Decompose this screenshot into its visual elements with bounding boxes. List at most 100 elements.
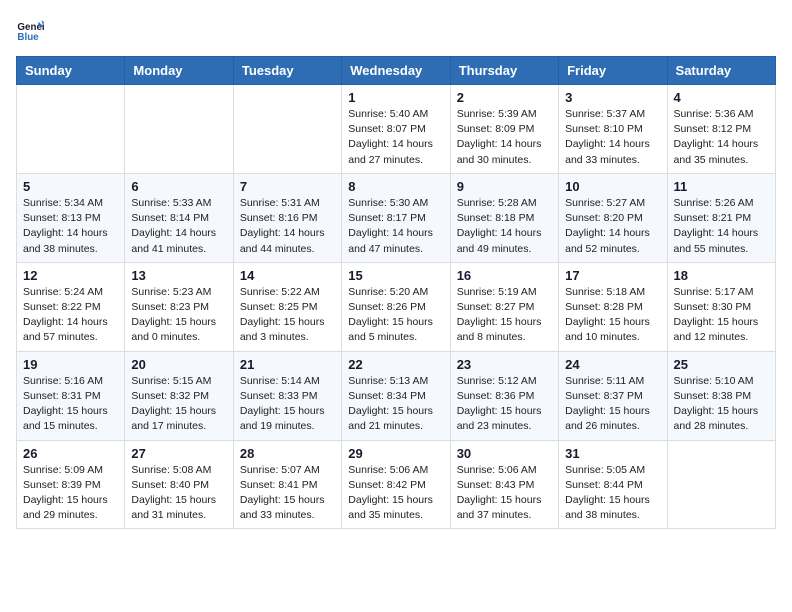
- day-header-tuesday: Tuesday: [233, 57, 341, 85]
- day-info: Sunrise: 5:20 AMSunset: 8:26 PMDaylight:…: [348, 285, 443, 346]
- calendar-cell: 4Sunrise: 5:36 AMSunset: 8:12 PMDaylight…: [667, 85, 775, 174]
- day-info: Sunrise: 5:26 AMSunset: 8:21 PMDaylight:…: [674, 196, 769, 257]
- day-number: 7: [240, 179, 335, 194]
- day-number: 15: [348, 268, 443, 283]
- day-info: Sunrise: 5:05 AMSunset: 8:44 PMDaylight:…: [565, 463, 660, 524]
- day-info: Sunrise: 5:23 AMSunset: 8:23 PMDaylight:…: [131, 285, 226, 346]
- day-info: Sunrise: 5:27 AMSunset: 8:20 PMDaylight:…: [565, 196, 660, 257]
- calendar-cell: 26 Sunrise: 5:09 AMSunset: 8:39 PMDayligh…: [17, 440, 125, 529]
- day-info: Sunrise: 5:19 AMSunset: 8:27 PMDaylight:…: [457, 285, 552, 346]
- calendar-week-row: 26 Sunrise: 5:09 AMSunset: 8:39 PMDayligh…: [17, 440, 776, 529]
- calendar-header-row: SundayMondayTuesdayWednesdayThursdayFrid…: [17, 57, 776, 85]
- calendar-cell: 25 Sunrise: 5:10 AMSunset: 8:38 PMDayligh…: [667, 351, 775, 440]
- day-info: Sunrise: 5:31 AMSunset: 8:16 PMDaylight:…: [240, 196, 335, 257]
- day-number: 23: [457, 357, 552, 372]
- calendar-week-row: 1 Sunrise: 5:40 AMSunset: 8:07 PMDaylight…: [17, 85, 776, 174]
- calendar-cell: 18 Sunrise: 5:17 AMSunset: 8:30 PMDayligh…: [667, 262, 775, 351]
- calendar-cell: [667, 440, 775, 529]
- day-info: Sunrise: 5:40 AMSunset: 8:07 PMDaylight:…: [348, 107, 443, 168]
- day-info: Sunrise: 5:13 AMSunset: 8:34 PMDaylight:…: [348, 374, 443, 435]
- day-number: 30: [457, 446, 552, 461]
- calendar-cell: 22 Sunrise: 5:13 AMSunset: 8:34 PMDayligh…: [342, 351, 450, 440]
- day-info: Sunrise: 5:17 AMSunset: 8:30 PMDaylight:…: [674, 285, 769, 346]
- day-number: 14: [240, 268, 335, 283]
- calendar-cell: 27Sunrise: 5:08 AMSunset: 8:40 PMDayligh…: [125, 440, 233, 529]
- calendar-week-row: 5Sunrise: 5:34 AMSunset: 8:13 PMDaylight…: [17, 173, 776, 262]
- calendar-cell: 16Sunrise: 5:19 AMSunset: 8:27 PMDayligh…: [450, 262, 558, 351]
- day-number: 11: [674, 179, 769, 194]
- calendar-cell: 17 Sunrise: 5:18 AMSunset: 8:28 PMDayligh…: [559, 262, 667, 351]
- day-number: 22: [348, 357, 443, 372]
- day-info: Sunrise: 5:22 AMSunset: 8:25 PMDaylight:…: [240, 285, 335, 346]
- day-number: 6: [131, 179, 226, 194]
- calendar-cell: [125, 85, 233, 174]
- day-info: Sunrise: 5:11 AMSunset: 8:37 PMDaylight:…: [565, 374, 660, 435]
- calendar-cell: 20 Sunrise: 5:15 AMSunset: 8:32 PMDayligh…: [125, 351, 233, 440]
- calendar-cell: [233, 85, 341, 174]
- day-number: 9: [457, 179, 552, 194]
- day-number: 2: [457, 90, 552, 105]
- day-number: 4: [674, 90, 769, 105]
- calendar-cell: 9 Sunrise: 5:28 AMSunset: 8:18 PMDaylight…: [450, 173, 558, 262]
- calendar-cell: 21 Sunrise: 5:14 AMSunset: 8:33 PMDayligh…: [233, 351, 341, 440]
- calendar-cell: 6Sunrise: 5:33 AMSunset: 8:14 PMDaylight…: [125, 173, 233, 262]
- calendar-cell: 11 Sunrise: 5:26 AMSunset: 8:21 PMDayligh…: [667, 173, 775, 262]
- day-number: 12: [23, 268, 118, 283]
- day-info: Sunrise: 5:18 AMSunset: 8:28 PMDaylight:…: [565, 285, 660, 346]
- day-number: 10: [565, 179, 660, 194]
- day-info: Sunrise: 5:16 AMSunset: 8:31 PMDaylight:…: [23, 374, 118, 435]
- day-number: 21: [240, 357, 335, 372]
- day-header-monday: Monday: [125, 57, 233, 85]
- day-number: 8: [348, 179, 443, 194]
- day-number: 19: [23, 357, 118, 372]
- calendar-cell: 14 Sunrise: 5:22 AMSunset: 8:25 PMDayligh…: [233, 262, 341, 351]
- day-info: Sunrise: 5:09 AMSunset: 8:39 PMDaylight:…: [23, 463, 118, 524]
- calendar-week-row: 19 Sunrise: 5:16 AMSunset: 8:31 PMDayligh…: [17, 351, 776, 440]
- day-header-friday: Friday: [559, 57, 667, 85]
- calendar-cell: 28 Sunrise: 5:07 AMSunset: 8:41 PMDayligh…: [233, 440, 341, 529]
- calendar-cell: 1 Sunrise: 5:40 AMSunset: 8:07 PMDaylight…: [342, 85, 450, 174]
- calendar-cell: 10 Sunrise: 5:27 AMSunset: 8:20 PMDayligh…: [559, 173, 667, 262]
- calendar-cell: 13Sunrise: 5:23 AMSunset: 8:23 PMDayligh…: [125, 262, 233, 351]
- day-number: 3: [565, 90, 660, 105]
- day-number: 18: [674, 268, 769, 283]
- calendar-cell: 7 Sunrise: 5:31 AMSunset: 8:16 PMDaylight…: [233, 173, 341, 262]
- day-header-thursday: Thursday: [450, 57, 558, 85]
- day-number: 20: [131, 357, 226, 372]
- calendar-cell: 5Sunrise: 5:34 AMSunset: 8:13 PMDaylight…: [17, 173, 125, 262]
- day-info: Sunrise: 5:14 AMSunset: 8:33 PMDaylight:…: [240, 374, 335, 435]
- day-info: Sunrise: 5:12 AMSunset: 8:36 PMDaylight:…: [457, 374, 552, 435]
- day-number: 26: [23, 446, 118, 461]
- day-number: 17: [565, 268, 660, 283]
- day-info: Sunrise: 5:37 AMSunset: 8:10 PMDaylight:…: [565, 107, 660, 168]
- calendar-cell: 23 Sunrise: 5:12 AMSunset: 8:36 PMDayligh…: [450, 351, 558, 440]
- day-number: 1: [348, 90, 443, 105]
- calendar-cell: 24 Sunrise: 5:11 AMSunset: 8:37 PMDayligh…: [559, 351, 667, 440]
- day-info: Sunrise: 5:15 AMSunset: 8:32 PMDaylight:…: [131, 374, 226, 435]
- logo-icon: General Blue: [16, 16, 44, 44]
- calendar-cell: 29 Sunrise: 5:06 AMSunset: 8:42 PMDayligh…: [342, 440, 450, 529]
- calendar-cell: 30 Sunrise: 5:06 AMSunset: 8:43 PMDayligh…: [450, 440, 558, 529]
- day-header-wednesday: Wednesday: [342, 57, 450, 85]
- calendar-cell: 3 Sunrise: 5:37 AMSunset: 8:10 PMDaylight…: [559, 85, 667, 174]
- svg-text:Blue: Blue: [17, 32, 39, 43]
- day-info: Sunrise: 5:28 AMSunset: 8:18 PMDaylight:…: [457, 196, 552, 257]
- day-number: 25: [674, 357, 769, 372]
- day-header-saturday: Saturday: [667, 57, 775, 85]
- day-info: Sunrise: 5:34 AMSunset: 8:13 PMDaylight:…: [23, 196, 118, 257]
- day-number: 24: [565, 357, 660, 372]
- calendar-cell: 15 Sunrise: 5:20 AMSunset: 8:26 PMDayligh…: [342, 262, 450, 351]
- day-info: Sunrise: 5:07 AMSunset: 8:41 PMDaylight:…: [240, 463, 335, 524]
- calendar-cell: 12Sunrise: 5:24 AMSunset: 8:22 PMDayligh…: [17, 262, 125, 351]
- day-number: 29: [348, 446, 443, 461]
- day-info: Sunrise: 5:06 AMSunset: 8:42 PMDaylight:…: [348, 463, 443, 524]
- calendar-week-row: 12Sunrise: 5:24 AMSunset: 8:22 PMDayligh…: [17, 262, 776, 351]
- day-info: Sunrise: 5:06 AMSunset: 8:43 PMDaylight:…: [457, 463, 552, 524]
- day-number: 28: [240, 446, 335, 461]
- day-info: Sunrise: 5:10 AMSunset: 8:38 PMDaylight:…: [674, 374, 769, 435]
- logo: General Blue: [16, 16, 48, 44]
- day-number: 27: [131, 446, 226, 461]
- day-info: Sunrise: 5:39 AMSunset: 8:09 PMDaylight:…: [457, 107, 552, 168]
- calendar-cell: 8Sunrise: 5:30 AMSunset: 8:17 PMDaylight…: [342, 173, 450, 262]
- calendar-cell: 2 Sunrise: 5:39 AMSunset: 8:09 PMDaylight…: [450, 85, 558, 174]
